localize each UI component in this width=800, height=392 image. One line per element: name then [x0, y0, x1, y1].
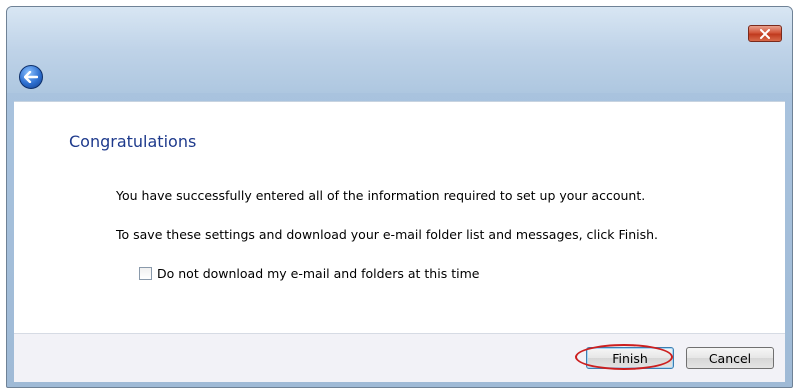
- success-message: You have successfully entered all of the…: [116, 188, 646, 203]
- cancel-button[interactable]: Cancel: [686, 347, 774, 369]
- dialog-window: Congratulations You have successfully en…: [6, 6, 793, 388]
- page-title: Congratulations: [69, 132, 197, 151]
- back-arrow-icon: [23, 68, 39, 87]
- close-icon: [759, 24, 771, 43]
- back-button[interactable]: [19, 65, 43, 89]
- wizard-content: Congratulations You have successfully en…: [14, 101, 785, 334]
- do-not-download-label[interactable]: Do not download my e-mail and folders at…: [157, 266, 479, 281]
- close-button[interactable]: [748, 25, 782, 42]
- title-bar: [7, 7, 792, 93]
- instruction-message: To save these settings and download your…: [116, 227, 658, 242]
- finish-button[interactable]: Finish: [586, 347, 674, 369]
- do-not-download-checkbox[interactable]: [139, 267, 152, 280]
- button-bar: Finish Cancel: [14, 333, 785, 382]
- download-option-row[interactable]: Do not download my e-mail and folders at…: [139, 266, 479, 281]
